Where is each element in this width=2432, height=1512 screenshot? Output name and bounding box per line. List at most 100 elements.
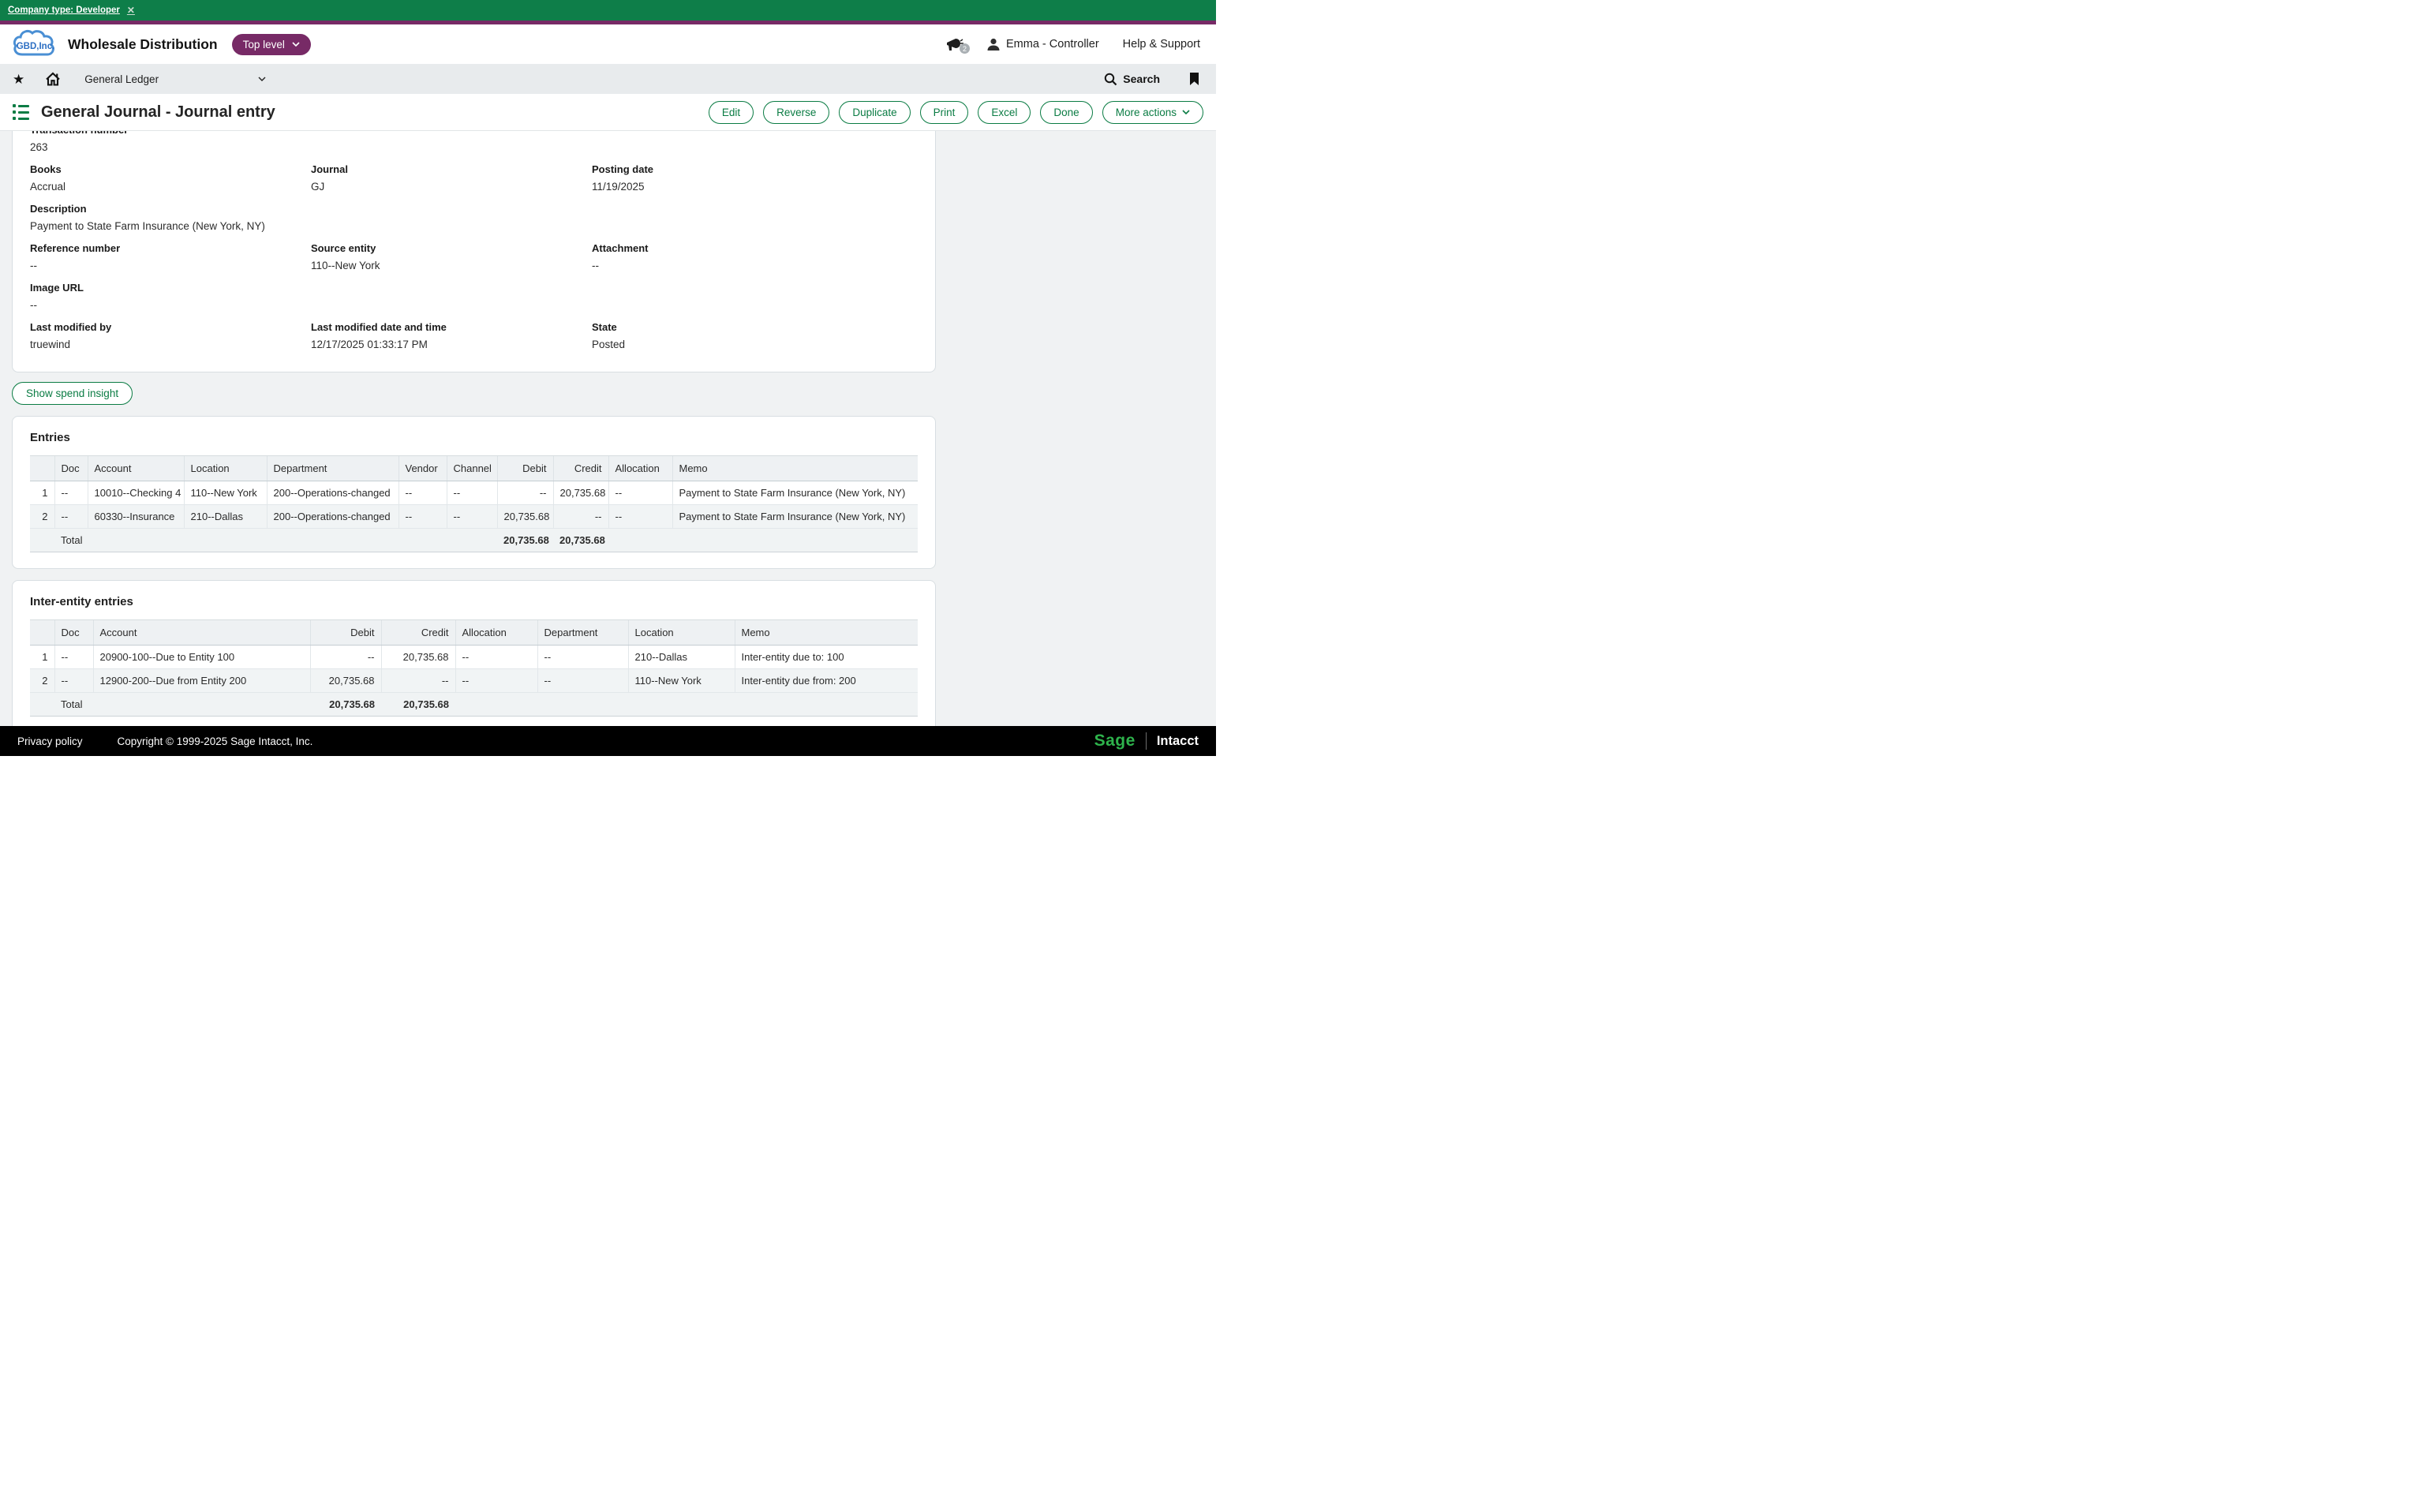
field-transaction-number: Transaction number263 xyxy=(30,131,311,154)
column-header: Allocation xyxy=(608,456,672,481)
inter-entity-heading: Inter-entity entries xyxy=(30,595,918,608)
entity-selector[interactable]: Top level xyxy=(232,34,311,55)
column-header: Memo xyxy=(735,620,918,646)
total-label: Total xyxy=(54,693,310,717)
table-row: 2--60330--Insurance210--Dallas200--Opera… xyxy=(30,505,918,529)
field-value: 263 xyxy=(30,141,311,154)
column-header: Channel xyxy=(447,456,497,481)
total-credit: 20,735.68 xyxy=(381,693,455,717)
table-header-row: DocAccountLocationDepartmentVendorChanne… xyxy=(30,456,918,481)
total-label: Total xyxy=(54,529,497,552)
table-cell: -- xyxy=(497,481,553,505)
show-spend-insight-button[interactable]: Show spend insight xyxy=(12,382,133,405)
field-label: Posting date xyxy=(592,163,918,176)
table-cell: 200--Operations-changed xyxy=(267,505,398,529)
field-value: 11/19/2025 xyxy=(592,181,918,193)
table-cell: -- xyxy=(553,505,608,529)
table-cell: -- xyxy=(537,669,628,693)
search-label: Search xyxy=(1123,73,1160,85)
edit-button[interactable]: Edit xyxy=(709,101,754,124)
field-value: -- xyxy=(592,260,918,272)
field-label: Last modified date and time xyxy=(311,321,592,334)
field-label: Reference number xyxy=(30,242,311,255)
entries-card: Entries DocAccountLocationDepartmentVend… xyxy=(12,416,936,569)
more-actions-button[interactable]: More actions xyxy=(1102,101,1203,124)
field-label: Source entity xyxy=(311,242,592,255)
field-last-modified-date-and-time: Last modified date and time 12/17/2025 01… xyxy=(311,321,592,351)
total-debit: 20,735.68 xyxy=(497,529,553,552)
more-actions-label: More actions xyxy=(1116,107,1177,118)
inter-entity-card: Inter-entity entries DocAccountDebitCred… xyxy=(12,580,936,726)
detail-row: Transaction number263 xyxy=(30,131,918,163)
table-row: 2--12900-200--Due from Entity 20020,735.… xyxy=(30,669,918,693)
privacy-policy-link[interactable]: Privacy policy xyxy=(17,735,83,747)
total-row: Total20,735.6820,735.68 xyxy=(30,529,918,552)
table-cell: 60330--Insurance xyxy=(88,505,184,529)
notifications-button[interactable]: 2 xyxy=(945,36,966,53)
field-value: Payment to State Farm Insurance (New Yor… xyxy=(30,220,311,233)
table-cell: -- xyxy=(537,646,628,669)
field-posting-date: Posting date 11/19/2025 xyxy=(592,163,918,193)
duplicate-button[interactable]: Duplicate xyxy=(839,101,910,124)
app-header: GBD,Inc. Wholesale Distribution Top leve… xyxy=(0,24,1216,64)
table-cell: -- xyxy=(310,646,381,669)
done-button[interactable]: Done xyxy=(1040,101,1092,124)
home-icon[interactable] xyxy=(45,72,61,86)
print-button[interactable]: Print xyxy=(920,101,969,124)
column-header: Department xyxy=(267,456,398,481)
entity-selector-label: Top level xyxy=(243,39,285,51)
table-cell: -- xyxy=(398,481,447,505)
table-cell: Payment to State Farm Insurance (New Yor… xyxy=(672,481,918,505)
table-cell: -- xyxy=(455,669,537,693)
field-label: Books xyxy=(30,163,311,176)
field-value: 12/17/2025 01:33:17 PM xyxy=(311,339,592,351)
footer-divider xyxy=(1146,732,1147,750)
user-menu[interactable]: Emma - Controller xyxy=(986,37,1099,51)
reverse-button[interactable]: Reverse xyxy=(763,101,829,124)
record-list-icon[interactable] xyxy=(13,104,29,120)
entries-table: DocAccountLocationDepartmentVendorChanne… xyxy=(30,455,918,552)
detail-row: Description Payment to State Farm Insuran… xyxy=(30,203,918,242)
help-support-link[interactable]: Help & Support xyxy=(1123,38,1200,51)
table-cell: -- xyxy=(381,669,455,693)
total-credit: 20,735.68 xyxy=(553,529,608,552)
footer: Privacy policy Copyright © 1999-2025 Sag… xyxy=(0,726,1216,756)
table-cell: -- xyxy=(608,481,672,505)
record-content: Transaction number263 BooksAccrualJournal… xyxy=(0,131,1216,726)
table-cell: -- xyxy=(447,481,497,505)
field-state: State Posted xyxy=(592,321,918,351)
excel-button[interactable]: Excel xyxy=(978,101,1031,124)
column-header: Department xyxy=(537,620,628,646)
field-value: Posted xyxy=(592,339,918,351)
module-selector[interactable]: General Ledger xyxy=(84,73,266,85)
header-right: 2 Emma - Controller Help & Support xyxy=(945,36,1205,53)
table-cell: -- xyxy=(608,505,672,529)
table-cell: Inter-entity due to: 100 xyxy=(735,646,918,669)
footer-logos: Sage Intacct xyxy=(1094,732,1199,750)
table-cell: 20,735.68 xyxy=(497,505,553,529)
search-button[interactable]: Search xyxy=(1104,73,1160,86)
column-header: Credit xyxy=(381,620,455,646)
table-cell: 20900-100--Due to Entity 100 xyxy=(93,646,310,669)
field-value: -- xyxy=(30,299,311,312)
journal-detail-card: Transaction number263 BooksAccrualJournal… xyxy=(12,131,936,372)
user-name: Emma - Controller xyxy=(1006,38,1099,51)
detail-row: BooksAccrualJournalGJPosting date11/19/2… xyxy=(30,163,918,203)
column-header: Account xyxy=(88,456,184,481)
table-cell: Payment to State Farm Insurance (New Yor… xyxy=(672,505,918,529)
search-icon xyxy=(1104,73,1117,86)
field-label: Description xyxy=(30,203,311,215)
field-image-url: Image URL-- xyxy=(30,282,311,312)
field-value: GJ xyxy=(311,181,592,193)
column-header: Credit xyxy=(553,456,608,481)
company-type-link[interactable]: Company type: Developer xyxy=(8,6,120,15)
banner-close-icon[interactable]: ✕ xyxy=(127,5,135,16)
favorites-star-icon[interactable]: ★ xyxy=(13,73,24,86)
detail-row: Last modified bytruewindLast modified da… xyxy=(30,321,918,361)
bookmark-icon[interactable] xyxy=(1188,72,1200,86)
table-cell: 110--New York xyxy=(184,481,267,505)
field-label: State xyxy=(592,321,918,334)
entries-heading: Entries xyxy=(30,431,918,444)
row-number: 2 xyxy=(30,669,54,693)
nav-bar: ★ General Ledger Search xyxy=(0,64,1216,94)
